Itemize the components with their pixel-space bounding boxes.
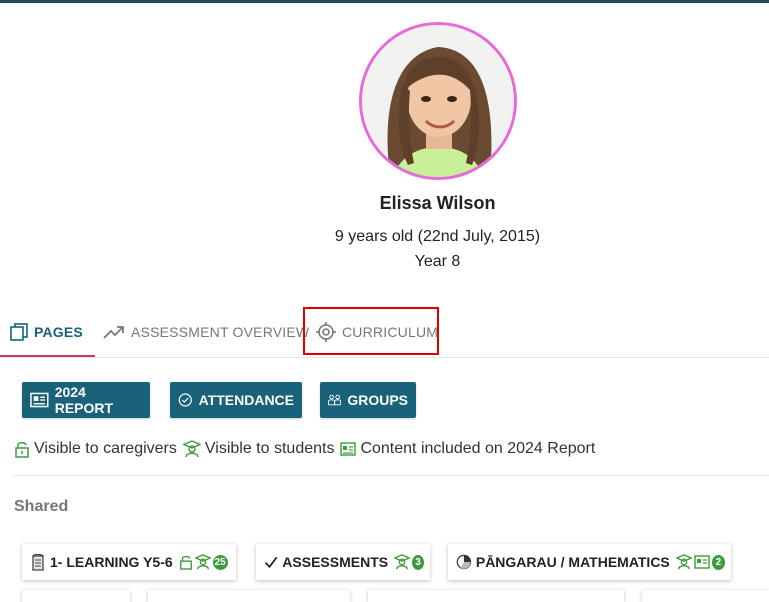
page-count-badge: 3 [412, 554, 424, 570]
groups-button[interactable]: GROUPS [320, 382, 416, 418]
page-card-partial[interactable] [642, 590, 769, 602]
student-icon [394, 554, 411, 570]
report-2024-button[interactable]: 2024 REPORT [22, 382, 150, 418]
page-count-badge: 25 [212, 554, 228, 570]
page-count-badge: 2 [711, 554, 725, 570]
curriculum-highlight-box [303, 307, 439, 355]
report-card-icon [340, 442, 357, 456]
tab-assessment-overview[interactable]: ASSESSMENT OVERVIEW [103, 308, 309, 355]
student-year-level: Year 8 [414, 253, 461, 270]
student-icon [182, 440, 201, 458]
top-bar [0, 0, 769, 3]
student-age: 9 years old (22nd July, 2015) [334, 228, 541, 245]
visibility-legend: Visible to caregivers Visible to student… [14, 440, 601, 458]
student-icon [675, 554, 692, 570]
page-card-partial[interactable] [22, 590, 130, 602]
page-card-label: 1- LEARNING Y5-6 [50, 554, 173, 570]
report-card-icon [30, 392, 49, 408]
legend-caregivers-label: Visible to caregivers [34, 440, 177, 457]
check-icon [264, 556, 278, 569]
lock-open-icon [179, 554, 193, 570]
page-card-partial[interactable] [148, 590, 350, 602]
notebook-icon [32, 553, 44, 571]
student-name: Elissa Wilson [379, 193, 496, 213]
pages-icon [10, 322, 28, 341]
section-title-shared: Shared [14, 498, 69, 515]
student-icon [194, 554, 211, 570]
report-card-icon [694, 555, 710, 569]
pie-chart-icon [456, 554, 472, 570]
section-divider [14, 475, 769, 476]
tab-pages[interactable]: PAGES [0, 308, 95, 357]
page-card-label: ASSESSMENTS [282, 554, 389, 570]
attendance-button-label: ATTENDANCE [198, 392, 294, 408]
page-card-partial[interactable] [368, 590, 624, 602]
page-card-label: PĀNGARAU / MATHEMATICS [475, 554, 670, 570]
tab-assessment-overview-label: ASSESSMENT OVERVIEW [131, 323, 310, 340]
check-circle-icon [178, 393, 192, 407]
report-2024-button-label: 2024 REPORT [54, 384, 114, 416]
trending-up-icon [103, 325, 124, 339]
page-card-assessments[interactable]: ASSESSMENTS 3 [256, 544, 430, 580]
page-card-learning-y5-6[interactable]: 1- LEARNING Y5-6 25 [22, 544, 236, 580]
legend-report-label: Content included on 2024 Report [360, 440, 596, 457]
page-card-mathematics[interactable]: PĀNGARAU / MATHEMATICS 2 [448, 544, 731, 580]
groups-button-label: GROUPS [347, 392, 408, 408]
tab-pages-label: PAGES [34, 323, 83, 340]
attendance-button[interactable]: ATTENDANCE [170, 382, 302, 418]
legend-students-label: Visible to students [204, 440, 335, 457]
groups-icon [328, 394, 342, 406]
student-avatar [359, 22, 517, 180]
lock-open-icon [14, 440, 30, 458]
